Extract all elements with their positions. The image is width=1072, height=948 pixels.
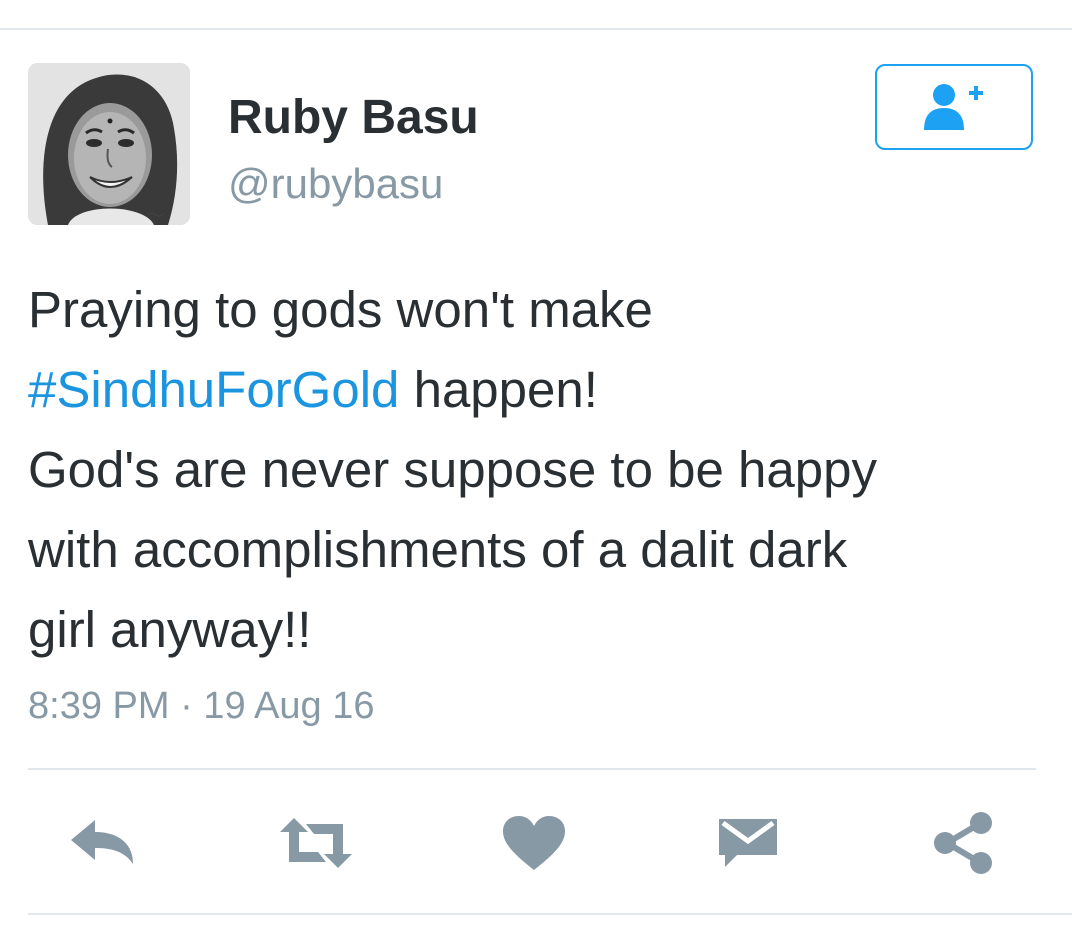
- retweet-icon: [280, 818, 352, 868]
- tweet-time: 8:39 PM: [28, 685, 170, 727]
- tweet-text-line: Praying to gods won't make: [28, 281, 653, 338]
- follow-button[interactable]: [875, 64, 1033, 150]
- bottom-divider: [28, 913, 1072, 915]
- tweet-text-fragment: happen!: [399, 361, 598, 418]
- follow-user-plus-icon: [924, 84, 983, 130]
- avatar-sketch-image: [28, 63, 190, 225]
- top-divider: [0, 0, 1072, 30]
- tweet-text: Praying to gods won't make #SindhuForGol…: [28, 270, 1038, 670]
- user-display-name[interactable]: Ruby Basu: [228, 92, 479, 144]
- direct-message-button[interactable]: [710, 808, 786, 878]
- tweet-date: 19 Aug 16: [203, 685, 375, 727]
- like-heart-icon: [503, 816, 565, 870]
- tweet-text-line: #SindhuForGold happen!: [28, 350, 1038, 430]
- tweet-text-line: with accomplishments of a dalit dark: [28, 521, 848, 578]
- reply-icon: [71, 820, 133, 864]
- tweet-timestamp[interactable]: 8:39 PM · 19 Aug 16: [28, 682, 374, 730]
- direct-message-icon: [719, 819, 777, 867]
- retweet-button[interactable]: [278, 808, 354, 878]
- share-icon: [934, 812, 992, 874]
- avatar[interactable]: [28, 63, 190, 225]
- share-button[interactable]: [926, 808, 1002, 878]
- timestamp-separator: ·: [169, 685, 204, 727]
- reply-button[interactable]: [64, 808, 140, 878]
- like-button[interactable]: [496, 808, 572, 878]
- user-handle[interactable]: @rubybasu: [228, 160, 443, 208]
- tweet-text-line: girl anyway!!: [28, 601, 312, 658]
- hashtag-link[interactable]: #SindhuForGold: [28, 361, 399, 418]
- tweet-text-line: God's are never suppose to be happy: [28, 441, 877, 498]
- actions-divider: [28, 768, 1036, 770]
